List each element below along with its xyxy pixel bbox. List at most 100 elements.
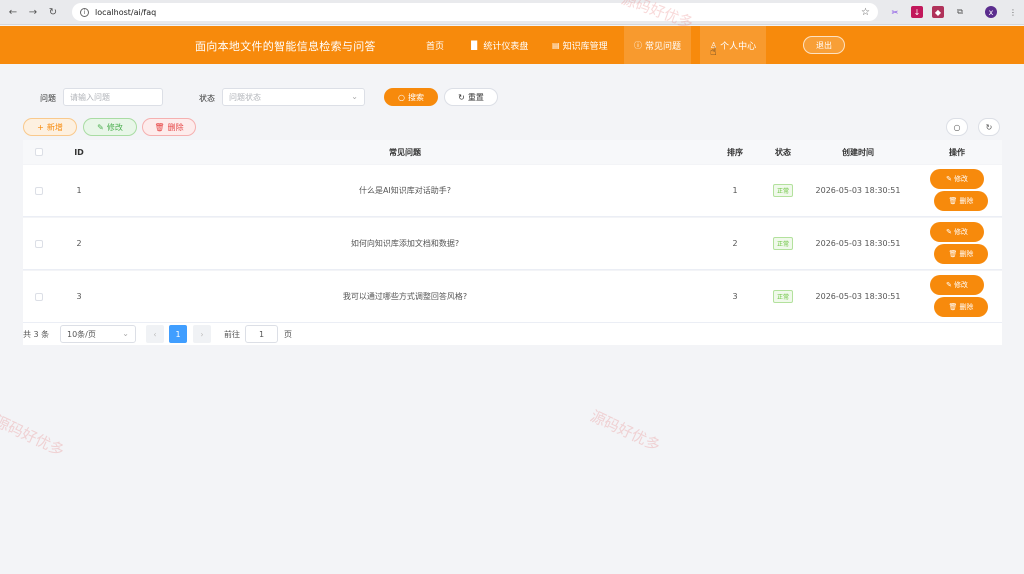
logout-button[interactable]: 退出 (803, 36, 845, 54)
nav-faq[interactable]: ⓘ 常见问题 (624, 26, 692, 64)
reset-button[interactable]: ↻ 重置 (444, 88, 498, 106)
edit-icon: ✎ (946, 175, 952, 183)
search-button[interactable]: ○ 搜索 (384, 88, 438, 106)
row-sort: 1 (732, 186, 738, 195)
row-created: 2026-05-03 18:30:51 (815, 292, 901, 301)
add-button[interactable]: + 新增 (23, 118, 77, 136)
status-badge: 正常 (772, 290, 793, 303)
trash-icon: 🗑 (154, 122, 165, 132)
row-delete-label: 删除 (959, 303, 974, 311)
question-circle-icon: ⓘ (634, 40, 642, 50)
row-delete-button[interactable]: 🗑 删除 (934, 191, 988, 211)
row-edit-button[interactable]: ✎ 修改 (930, 275, 984, 295)
watermark: 源码好优多 (0, 411, 68, 460)
trash-icon: 🗑 (948, 303, 958, 311)
row-edit-label: 修改 (953, 281, 968, 289)
refresh-icon: ↻ (458, 92, 465, 102)
row-created: 2026-05-03 18:30:51 (815, 186, 901, 195)
row-checkbox[interactable] (33, 218, 45, 269)
reload-icon[interactable]: ↻ (46, 5, 60, 19)
row-delete-button[interactable]: 🗑 删除 (934, 297, 988, 317)
row-edit-label: 修改 (953, 175, 968, 183)
scissors-extension-icon[interactable]: ✂ (889, 6, 901, 18)
delete-button-label: 删除 (167, 122, 184, 132)
goto-label: 前往 (224, 330, 240, 339)
back-icon[interactable]: ← (6, 5, 20, 19)
question-placeholder: 请输入问题 (70, 92, 110, 102)
reset-button-label: 重置 (467, 92, 484, 102)
goto-page-input[interactable]: 1 (245, 325, 278, 343)
search-button-label: 搜索 (407, 92, 424, 102)
edit-icon: ✎ (97, 122, 104, 132)
col-sort: 排序 (727, 147, 743, 157)
page-number-current[interactable]: 1 (169, 325, 187, 343)
page-size-select[interactable]: 10条/页 ⌄ (60, 325, 136, 343)
page-suffix: 页 (284, 330, 292, 339)
nav-profile-label: 个人中心 (720, 41, 757, 52)
page-size-value: 10条/页 (67, 329, 96, 339)
question-label: 问题 (40, 94, 56, 103)
status-label: 状态 (199, 94, 215, 103)
search-icon: ○ (953, 122, 961, 132)
row-sort: 3 (732, 292, 738, 301)
row-delete-label: 删除 (959, 197, 974, 205)
table-header: ID 常见问题 排序 状态 创建时间 操作 (23, 140, 1002, 164)
row-delete-button[interactable]: 🗑 删除 (934, 244, 988, 264)
refresh-table-button[interactable]: ↻ (978, 118, 1000, 136)
app-header: 面向本地文件的智能信息检索与问答 首页 ▐▌ 统计仪表盘 ▤ 知识库管理 ⓘ 常… (0, 26, 1024, 64)
status-badge: 正常 (772, 184, 793, 197)
row-created: 2026-05-03 18:30:51 (815, 239, 901, 248)
edit-button[interactable]: ✎ 修改 (83, 118, 137, 136)
status-select[interactable]: 问题状态 ⌄ (222, 88, 365, 106)
nav-knowledge-base-label: 知识库管理 (562, 41, 608, 52)
watermark: 源码好优多 (587, 406, 664, 455)
row-question: 如何向知识库添加文档和数据? (350, 239, 460, 248)
info-icon[interactable]: i (80, 7, 89, 17)
profile-avatar-icon[interactable]: x (985, 6, 997, 18)
nav-knowledge-base[interactable]: ▤ 知识库管理 (542, 26, 618, 64)
select-all-checkbox[interactable] (33, 140, 45, 164)
row-question: 什么是AI知识库对话助手? (358, 186, 452, 195)
row-checkbox[interactable] (33, 271, 45, 322)
row-delete-label: 删除 (959, 250, 974, 258)
row-edit-button[interactable]: ✎ 修改 (930, 169, 984, 189)
chevron-down-icon: ⌄ (122, 329, 129, 338)
address-bar[interactable]: i localhost/ai/faq ☆ (72, 3, 878, 21)
download-extension-icon[interactable]: ↓ (911, 6, 923, 18)
chevron-down-icon: ⌄ (351, 92, 358, 101)
browser-toolbar: ← → ↻ i localhost/ai/faq ☆ ✂ ↓ ◆ ⧉ x ⋮ (0, 0, 1024, 25)
toggle-search-button[interactable]: ○ (946, 118, 968, 136)
question-search-input[interactable]: 请输入问题 (63, 88, 163, 106)
next-page-button[interactable]: › (193, 325, 211, 343)
prev-page-button[interactable]: ‹ (146, 325, 164, 343)
pagination-total: 共 3 条 (23, 330, 50, 339)
nav-home[interactable]: 首页 (416, 26, 454, 64)
bookmark-star-icon[interactable]: ☆ (861, 7, 870, 18)
url-text: localhost/ai/faq (95, 7, 157, 17)
mouse-pointer-icon: ☝ (710, 45, 717, 58)
bar-chart-icon: ▐▌ (468, 40, 481, 50)
plus-icon: + (37, 122, 44, 132)
table-row: 1 什么是AI知识库对话助手? 1 正常 2026-05-03 18:30:51… (23, 165, 1002, 217)
row-checkbox[interactable] (33, 165, 45, 216)
row-question: 我可以通过哪些方式调整回答风格? (342, 292, 468, 301)
devtools-extension-icon[interactable]: ◆ (932, 6, 944, 18)
row-edit-label: 修改 (953, 228, 968, 236)
menu-dots-icon[interactable]: ⋮ (1007, 6, 1019, 18)
forward-icon[interactable]: → (26, 5, 40, 19)
nav-faq-label: 常见问题 (645, 41, 682, 52)
delete-button[interactable]: 🗑 删除 (142, 118, 196, 136)
nav-dashboard[interactable]: ▐▌ 统计仪表盘 (458, 26, 538, 64)
document-icon: ▤ (552, 40, 560, 50)
col-actions: 操作 (949, 147, 965, 157)
table-row: 2 如何向知识库添加文档和数据? 2 正常 2026-05-03 18:30:5… (23, 218, 1002, 270)
refresh-icon: ↻ (985, 122, 993, 132)
search-icon: ○ (398, 92, 405, 102)
row-edit-button[interactable]: ✎ 修改 (930, 222, 984, 242)
col-question: 常见问题 (389, 147, 421, 157)
edit-icon: ✎ (946, 281, 952, 289)
trash-icon: 🗑 (948, 250, 958, 258)
puzzle-extension-icon[interactable]: ⧉ (954, 6, 966, 18)
row-sort: 2 (732, 239, 738, 248)
nav-home-label: 首页 (426, 41, 445, 52)
